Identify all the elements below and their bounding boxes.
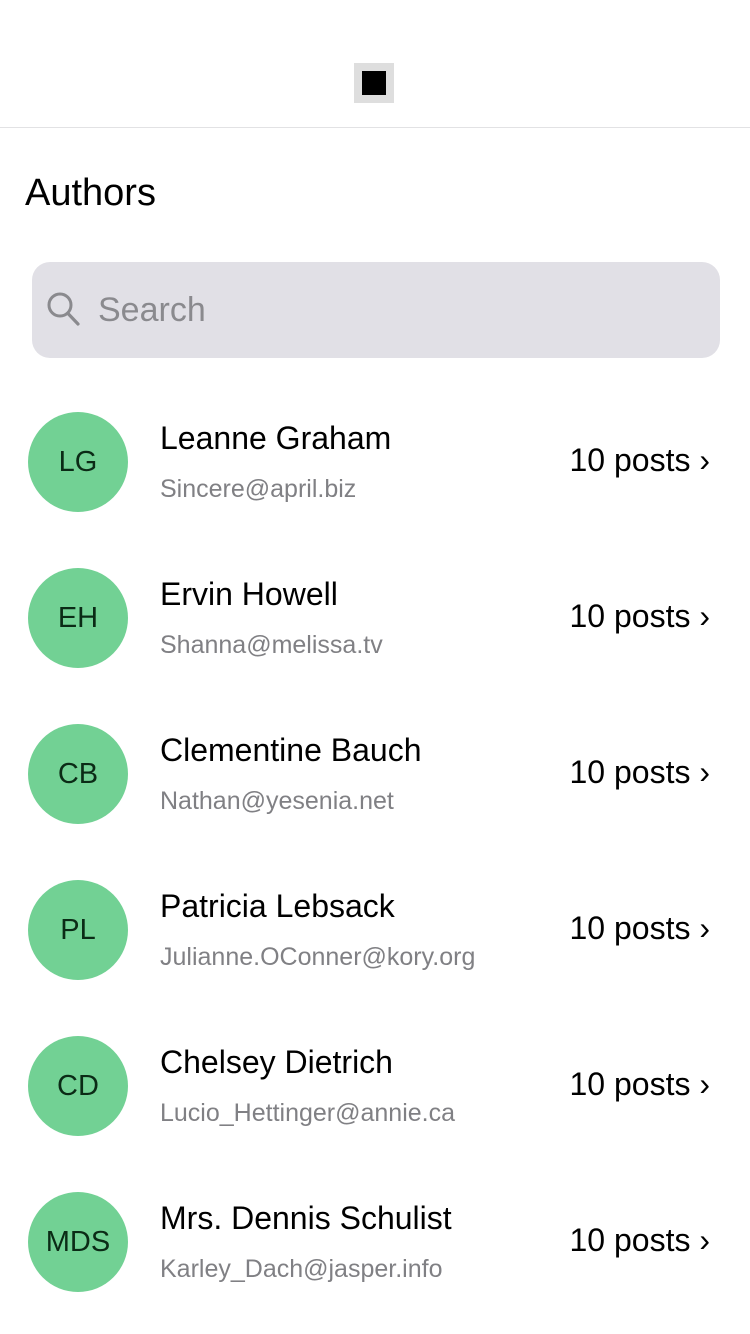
author-row[interactable]: MDS Mrs. Dennis Schulist Karley_Dach@jas…: [0, 1164, 750, 1320]
top-bar: [0, 0, 750, 128]
posts-count-link[interactable]: 10 posts ›: [569, 440, 710, 480]
author-row[interactable]: EH Ervin Howell Shanna@melissa.tv 10 pos…: [0, 540, 750, 696]
posts-count-link[interactable]: 10 posts ›: [569, 752, 710, 792]
avatar: CD: [28, 1036, 128, 1136]
author-name: Mrs. Dennis Schulist: [160, 1200, 452, 1236]
author-row[interactable]: LG Leanne Graham Sincere@april.biz 10 po…: [0, 384, 750, 540]
author-name: Ervin Howell: [160, 576, 338, 612]
author-email: Nathan@yesenia.net: [160, 787, 394, 815]
posts-count-link[interactable]: 10 posts ›: [569, 1220, 710, 1260]
posts-count-link[interactable]: 10 posts ›: [569, 596, 710, 636]
author-name: Leanne Graham: [160, 420, 392, 456]
posts-count-link[interactable]: 10 posts ›: [569, 908, 710, 948]
author-name: Clementine Bauch: [160, 732, 422, 768]
author-email: Shanna@melissa.tv: [160, 631, 383, 659]
avatar: MDS: [28, 1192, 128, 1292]
page-title: Authors: [25, 172, 156, 214]
author-row[interactable]: PL Patricia Lebsack Julianne.OConner@kor…: [0, 852, 750, 1008]
author-email: Karley_Dach@jasper.info: [160, 1255, 443, 1283]
avatar: LG: [28, 412, 128, 512]
search-input[interactable]: [98, 285, 698, 335]
author-email: Sincere@april.biz: [160, 475, 357, 503]
avatar: EH: [28, 568, 128, 668]
author-email: Julianne.OConner@kory.org: [160, 943, 476, 971]
search-icon: [47, 292, 80, 326]
author-email: Lucio_Hettinger@annie.ca: [160, 1099, 456, 1127]
stop-square-shape: [362, 71, 386, 95]
author-list: LG Leanne Graham Sincere@april.biz 10 po…: [0, 384, 750, 1320]
author-row[interactable]: CB Clementine Bauch Nathan@yesenia.net 1…: [0, 696, 750, 852]
avatar: PL: [28, 880, 128, 980]
author-name: Chelsey Dietrich: [160, 1044, 393, 1080]
author-row[interactable]: CD Chelsey Dietrich Lucio_Hettinger@anni…: [0, 1008, 750, 1164]
stop-square-icon[interactable]: [354, 63, 394, 103]
posts-count-link[interactable]: 10 posts ›: [569, 1064, 710, 1104]
author-name: Patricia Lebsack: [160, 888, 395, 924]
avatar: CB: [28, 724, 128, 824]
